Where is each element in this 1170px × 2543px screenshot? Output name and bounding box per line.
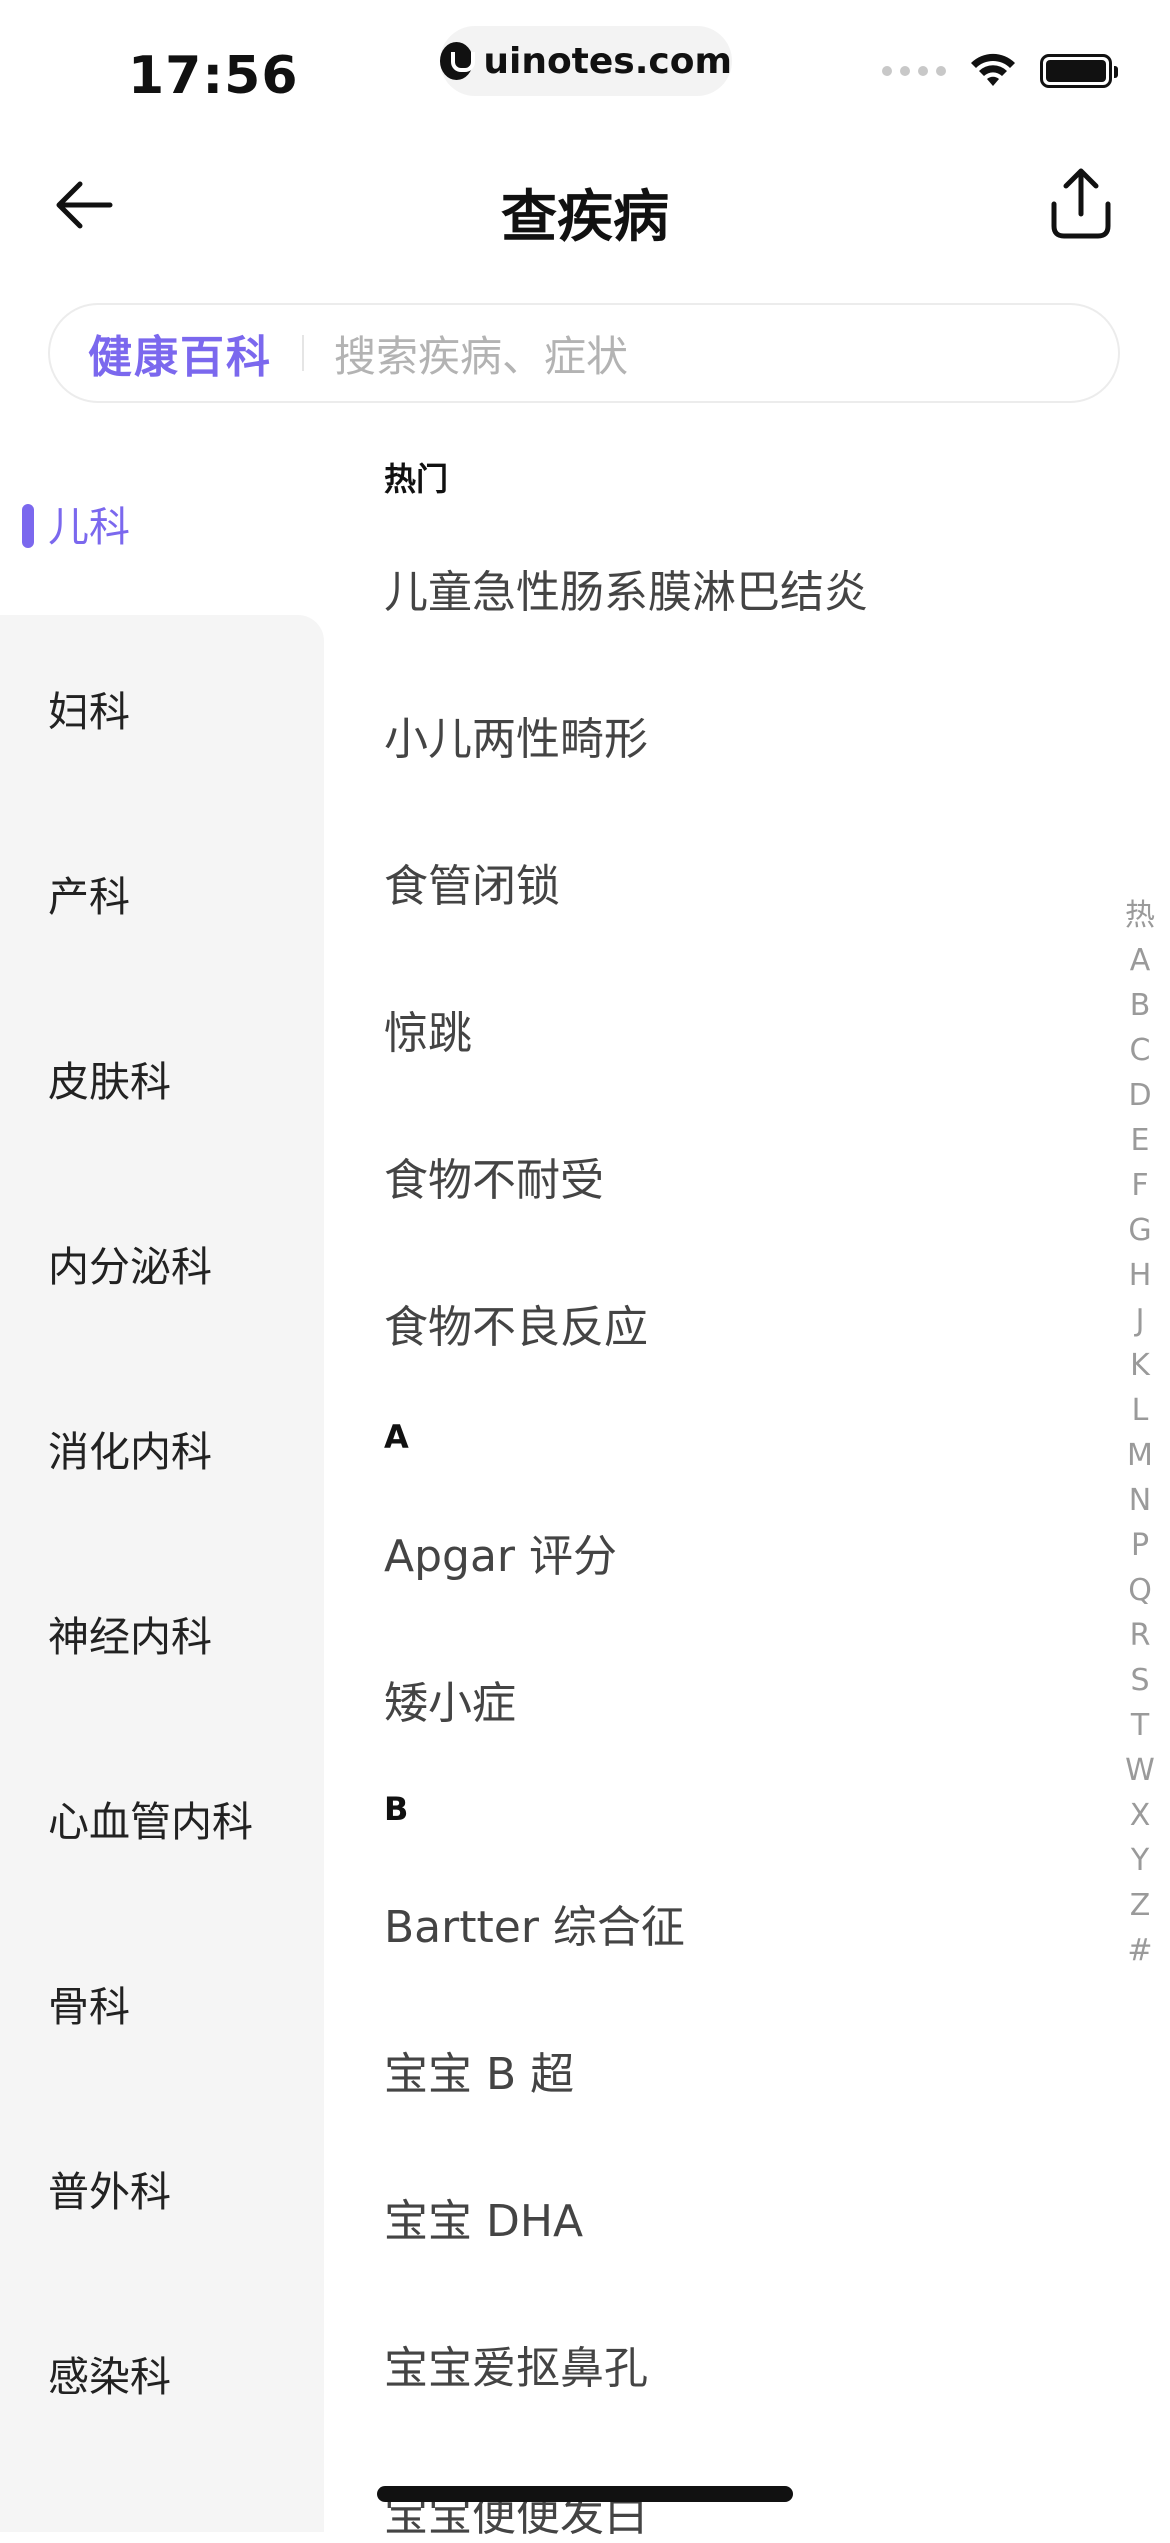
list-item[interactable]: 食管闭锁 xyxy=(384,850,560,914)
search-box[interactable]: 健康百科 搜索疾病、症状 xyxy=(48,303,1120,403)
status-icons xyxy=(882,52,1118,90)
list-item[interactable]: Apgar 评分 xyxy=(384,1520,617,1584)
sidebar-item-gastroenterology[interactable]: 消化内科 xyxy=(0,1355,324,1540)
index-letter-l[interactable]: L xyxy=(1132,1388,1149,1433)
sidebar-item-endocrinology[interactable]: 内分泌科 xyxy=(0,1170,324,1355)
section-header-b: B xyxy=(384,1790,409,1828)
list-item[interactable]: 矮小症 xyxy=(384,1667,516,1731)
index-letter-hash[interactable]: # xyxy=(1127,1928,1152,1973)
sidebar-item-label: 产科 xyxy=(48,872,130,921)
index-letter-k[interactable]: K xyxy=(1130,1343,1150,1388)
sidebar-item-label: 神经内科 xyxy=(48,1612,212,1661)
sidebar-item-label: 心血管内科 xyxy=(48,1797,253,1846)
index-letter-s[interactable]: S xyxy=(1130,1658,1149,1703)
index-letter-r[interactable]: R xyxy=(1130,1613,1151,1658)
signal-dots-icon xyxy=(882,66,946,76)
share-icon[interactable] xyxy=(1042,164,1120,242)
sidebar-item-gynecology[interactable]: 妇科 xyxy=(0,615,324,800)
section-header-hot: 热门 xyxy=(384,460,449,498)
index-letter-a[interactable]: A xyxy=(1130,938,1151,983)
index-letter-d[interactable]: D xyxy=(1128,1073,1151,1118)
sidebar-item-label: 骨科 xyxy=(48,1982,130,2031)
active-indicator xyxy=(22,504,34,548)
index-letter-h[interactable]: H xyxy=(1129,1253,1152,1298)
index-letter-e[interactable]: E xyxy=(1131,1118,1150,1163)
index-letter-w[interactable]: W xyxy=(1125,1748,1155,1793)
index-letter-j[interactable]: J xyxy=(1136,1298,1145,1343)
section-header-a: A xyxy=(384,1418,409,1456)
index-letter-z[interactable]: Z xyxy=(1130,1883,1151,1928)
index-letter-x[interactable]: X xyxy=(1130,1793,1151,1838)
index-letter-g[interactable]: G xyxy=(1128,1208,1151,1253)
index-letter-f[interactable]: F xyxy=(1131,1163,1148,1208)
index-letter-n[interactable]: N xyxy=(1129,1478,1151,1523)
index-letter-c[interactable]: C xyxy=(1130,1028,1151,1073)
url-text: uinotes.com xyxy=(483,40,732,82)
battery-icon xyxy=(1040,54,1118,88)
list-item[interactable]: 食物不耐受 xyxy=(384,1144,604,1208)
list-item[interactable]: 小儿两性畸形 xyxy=(384,703,648,767)
sidebar-item-label: 妇科 xyxy=(48,687,130,736)
url-pill[interactable]: uinotes.com xyxy=(440,26,732,96)
sidebar-item-label: 内分泌科 xyxy=(48,1242,212,1291)
site-logo-icon xyxy=(440,42,476,80)
list-item[interactable]: 儿童急性肠系膜淋巴结炎 xyxy=(384,556,868,620)
home-indicator xyxy=(377,2486,793,2502)
wifi-icon xyxy=(971,53,1015,86)
list-item[interactable]: 惊跳 xyxy=(384,997,472,1061)
alphabet-index-bar[interactable]: 热 A B C D E F G H J K L M N P Q R S T W … xyxy=(1118,893,1162,1973)
sidebar-item-label: 普外科 xyxy=(48,2167,171,2216)
list-item[interactable]: 食物不良反应 xyxy=(384,1291,648,1355)
sidebar-item-cardiology[interactable]: 心血管内科 xyxy=(0,1725,324,1910)
sidebar-item-label: 儿科 xyxy=(48,502,130,551)
index-letter-hot[interactable]: 热 xyxy=(1125,893,1155,938)
sidebar-item-label: 消化内科 xyxy=(48,1427,212,1476)
list-item[interactable]: 宝宝 B 超 xyxy=(384,2038,574,2102)
sidebar-item-dermatology[interactable]: 皮肤科 xyxy=(0,985,324,1170)
search-divider xyxy=(302,335,304,371)
index-letter-y[interactable]: Y xyxy=(1131,1838,1149,1883)
sidebar-item-neurology[interactable]: 神经内科 xyxy=(0,1540,324,1725)
sidebar-item-label: 皮肤科 xyxy=(48,1057,171,1106)
list-item[interactable]: 宝宝爱抠鼻孔 xyxy=(384,2332,648,2396)
status-time: 17:56 xyxy=(128,46,299,106)
search-input[interactable]: 搜索疾病、症状 xyxy=(334,323,628,384)
index-letter-q[interactable]: Q xyxy=(1128,1568,1152,1613)
sidebar-item-pediatrics[interactable]: 儿科 xyxy=(0,430,324,615)
index-letter-b[interactable]: B xyxy=(1130,983,1151,1028)
sidebar-item-infectious-disease[interactable]: 感染科 xyxy=(0,2280,324,2532)
sidebar-item-label: 感染科 xyxy=(48,2352,171,2401)
sidebar-item-general-surgery[interactable]: 普外科 xyxy=(0,2095,324,2280)
index-letter-p[interactable]: P xyxy=(1131,1523,1149,1568)
department-sidebar: 儿科 妇科 产科 皮肤科 内分泌科 消化内科 神经内科 心血管内科 骨科 普外科… xyxy=(0,430,324,2532)
list-item[interactable]: 宝宝 DHA xyxy=(384,2185,583,2249)
health-wiki-brand: 健康百科 xyxy=(88,332,272,383)
sidebar-item-orthopedics[interactable]: 骨科 xyxy=(0,1910,324,2095)
sidebar-item-obstetrics[interactable]: 产科 xyxy=(0,800,324,985)
page-title: 查疾病 xyxy=(501,185,669,250)
index-letter-m[interactable]: M xyxy=(1127,1433,1153,1478)
list-item[interactable]: Bartter 综合征 xyxy=(384,1891,685,1955)
index-letter-t[interactable]: T xyxy=(1131,1703,1149,1748)
